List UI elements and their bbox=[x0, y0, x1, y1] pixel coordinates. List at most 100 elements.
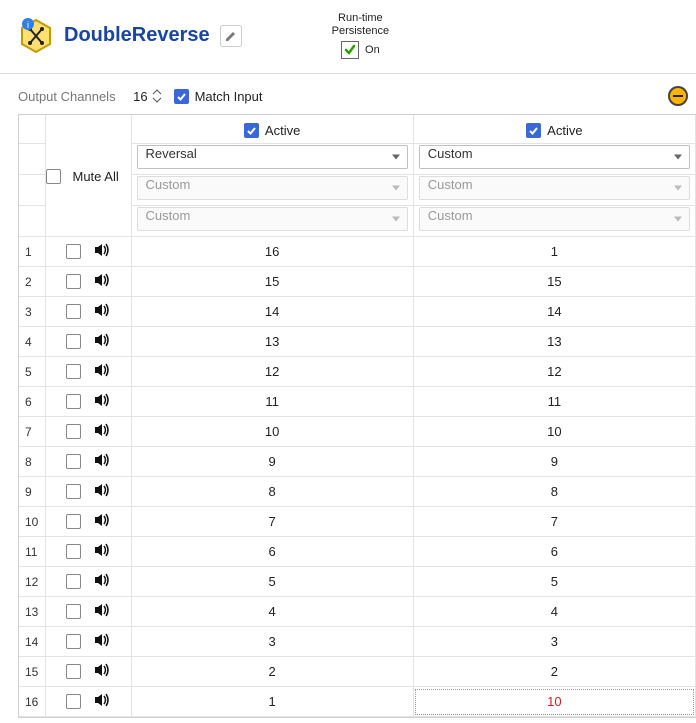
col1-value[interactable]: 4 bbox=[131, 597, 413, 627]
row-speaker-button[interactable] bbox=[93, 481, 111, 502]
col1-value[interactable]: 15 bbox=[131, 267, 413, 297]
row-mute-checkbox[interactable] bbox=[66, 304, 81, 319]
col1-active-checkbox[interactable] bbox=[244, 123, 259, 138]
row-speaker-button[interactable] bbox=[93, 511, 111, 532]
col1-value[interactable]: 16 bbox=[131, 237, 413, 267]
row-mute-checkbox[interactable] bbox=[66, 484, 81, 499]
minus-icon bbox=[673, 95, 683, 97]
row-mute-checkbox[interactable] bbox=[66, 274, 81, 289]
col2-value[interactable]: 9 bbox=[413, 447, 695, 477]
speaker-icon bbox=[93, 661, 111, 679]
col2-value[interactable]: 6 bbox=[413, 537, 695, 567]
col2-value[interactable]: 5 bbox=[413, 567, 695, 597]
col2-value[interactable]: 12 bbox=[413, 357, 695, 387]
row-number: 16 bbox=[19, 687, 45, 717]
row-speaker-button[interactable] bbox=[93, 541, 111, 562]
col1-value[interactable]: 10 bbox=[131, 417, 413, 447]
speaker-icon bbox=[93, 691, 111, 709]
col1-value[interactable]: 7 bbox=[131, 507, 413, 537]
row-speaker-button[interactable] bbox=[93, 271, 111, 292]
table-row: 988 bbox=[19, 477, 696, 507]
row-mute-checkbox[interactable] bbox=[66, 334, 81, 349]
row-mute-checkbox[interactable] bbox=[66, 544, 81, 559]
table-row: 71010 bbox=[19, 417, 696, 447]
col2-value[interactable]: 3 bbox=[413, 627, 695, 657]
col2-value[interactable]: 10 bbox=[413, 417, 695, 447]
col1-value[interactable]: 1 bbox=[131, 687, 413, 717]
col2-value[interactable]: 7 bbox=[413, 507, 695, 537]
row-number: 8 bbox=[19, 447, 45, 477]
col2-value[interactable]: 4 bbox=[413, 597, 695, 627]
col1-value[interactable]: 14 bbox=[131, 297, 413, 327]
row-mute-checkbox[interactable] bbox=[66, 694, 81, 709]
row-speaker-button[interactable] bbox=[93, 601, 111, 622]
col2-select-2[interactable]: Custom bbox=[419, 176, 690, 200]
col1-select-3[interactable]: Custom bbox=[137, 207, 408, 231]
row-mute-checkbox[interactable] bbox=[66, 244, 81, 259]
col2-value[interactable]: 14 bbox=[413, 297, 695, 327]
check-icon bbox=[528, 125, 539, 136]
col1-value[interactable]: 6 bbox=[131, 537, 413, 567]
row-speaker-button[interactable] bbox=[93, 631, 111, 652]
col1-active-label: Active bbox=[265, 123, 300, 138]
output-channels-value[interactable]: 16 bbox=[126, 89, 148, 104]
match-input-label: Match Input bbox=[195, 89, 263, 104]
col1-value[interactable]: 2 bbox=[131, 657, 413, 687]
row-mute-checkbox[interactable] bbox=[66, 424, 81, 439]
col2-value[interactable]: 15 bbox=[413, 267, 695, 297]
row-speaker-button[interactable] bbox=[93, 361, 111, 382]
table-row: 1166 bbox=[19, 537, 696, 567]
row-speaker-button[interactable] bbox=[93, 331, 111, 352]
channel-grid: Mute All Active Active bbox=[0, 114, 696, 718]
row-speaker-button[interactable] bbox=[93, 241, 111, 262]
status-indicator-button[interactable] bbox=[668, 86, 688, 106]
row-mute-checkbox[interactable] bbox=[66, 664, 81, 679]
row-mute-checkbox[interactable] bbox=[66, 454, 81, 469]
table-row: 1433 bbox=[19, 627, 696, 657]
col1-value[interactable]: 12 bbox=[131, 357, 413, 387]
col2-value[interactable]: 2 bbox=[413, 657, 695, 687]
edit-title-button[interactable] bbox=[220, 25, 242, 47]
col2-select-3[interactable]: Custom bbox=[419, 207, 690, 231]
row-speaker-button[interactable] bbox=[93, 301, 111, 322]
col1-value[interactable]: 9 bbox=[131, 447, 413, 477]
col1-value[interactable]: 8 bbox=[131, 477, 413, 507]
col1-select-1[interactable]: Reversal bbox=[137, 145, 408, 169]
persistence-checkbox[interactable] bbox=[341, 41, 359, 59]
speaker-icon bbox=[93, 571, 111, 589]
row-mute-checkbox[interactable] bbox=[66, 364, 81, 379]
row-mute-checkbox[interactable] bbox=[66, 634, 81, 649]
row-speaker-button[interactable] bbox=[93, 451, 111, 472]
col2-value[interactable]: 13 bbox=[413, 327, 695, 357]
col2-value[interactable]: 1 bbox=[413, 237, 695, 267]
row-mute-checkbox[interactable] bbox=[66, 514, 81, 529]
row-speaker-button[interactable] bbox=[93, 571, 111, 592]
row-mute-checkbox[interactable] bbox=[66, 574, 81, 589]
table-row: 21515 bbox=[19, 267, 696, 297]
output-channels-stepper[interactable] bbox=[152, 88, 162, 104]
row-speaker-button[interactable] bbox=[93, 691, 111, 712]
col1-select-2[interactable]: Custom bbox=[137, 176, 408, 200]
row-mute-checkbox[interactable] bbox=[66, 604, 81, 619]
row-number: 13 bbox=[19, 597, 45, 627]
col2-select-1[interactable]: Custom bbox=[419, 145, 690, 169]
table-row: 1255 bbox=[19, 567, 696, 597]
row-speaker-button[interactable] bbox=[93, 421, 111, 442]
col1-value[interactable]: 11 bbox=[131, 387, 413, 417]
col1-value[interactable]: 5 bbox=[131, 567, 413, 597]
col2-active-checkbox[interactable] bbox=[526, 123, 541, 138]
mute-all-checkbox[interactable] bbox=[46, 169, 61, 184]
match-input-checkbox[interactable] bbox=[174, 89, 189, 104]
col2-value[interactable]: 10 bbox=[413, 687, 695, 717]
speaker-icon bbox=[93, 541, 111, 559]
row-speaker-button[interactable] bbox=[93, 661, 111, 682]
row-mute-checkbox[interactable] bbox=[66, 394, 81, 409]
table-row: 51212 bbox=[19, 357, 696, 387]
col1-value[interactable]: 3 bbox=[131, 627, 413, 657]
col2-value[interactable]: 11 bbox=[413, 387, 695, 417]
divider bbox=[0, 73, 696, 74]
col2-value[interactable]: 8 bbox=[413, 477, 695, 507]
check-icon bbox=[176, 91, 187, 102]
row-speaker-button[interactable] bbox=[93, 391, 111, 412]
col1-value[interactable]: 13 bbox=[131, 327, 413, 357]
